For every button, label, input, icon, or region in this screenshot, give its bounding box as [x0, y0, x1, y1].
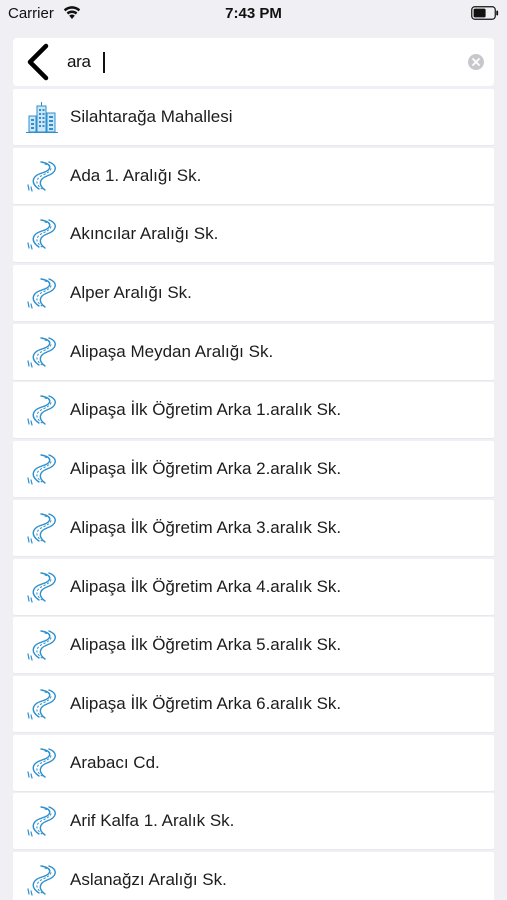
back-button[interactable]	[23, 42, 55, 82]
road-icon	[27, 160, 56, 192]
result-label: Silahtarağa Mahallesi	[70, 107, 233, 126]
road-icon	[27, 454, 56, 485]
result-label: Alipaşa İlk Öğretim Arka 5.aralık Sk.	[70, 635, 342, 655]
result-row[interactable]: Alipaşa İlk Öğretim Arka 5.aralık Sk.	[13, 617, 494, 674]
result-label: Alipaşa İlk Öğretim Arka 2.aralık Sk.	[70, 459, 342, 479]
road-icon	[27, 219, 56, 250]
result-row[interactable]: Alipaşa Meydan Aralığı Sk.	[13, 323, 494, 380]
road-icon	[27, 513, 56, 544]
chevron-left-icon	[27, 43, 49, 81]
result-label: Alipaşa Meydan Aralığı Sk.	[70, 341, 274, 361]
road-icon	[27, 395, 56, 427]
search-bar	[13, 38, 494, 86]
result-row[interactable]: Aslanağzı Aralığı Sk.	[13, 851, 494, 900]
road-icon	[27, 747, 56, 779]
road-icon	[27, 278, 56, 309]
result-label: Arabacı Cd.	[70, 752, 160, 772]
result-row[interactable]: Ada 1. Aralığı Sk.	[13, 147, 494, 204]
status-bar: Carrier 7:43 PM	[0, 0, 507, 28]
clear-circle-icon	[472, 58, 480, 66]
road-icon	[27, 806, 56, 837]
result-row[interactable]: Alipaşa İlk Öğretim Arka 6.aralık Sk.	[13, 675, 494, 732]
result-row[interactable]: Alipaşa İlk Öğretim Arka 3.aralık Sk.	[13, 499, 494, 556]
result-label: Alipaşa İlk Öğretim Arka 6.aralık Sk.	[70, 693, 342, 713]
battery-icon	[471, 6, 499, 20]
buildings-icon	[26, 102, 58, 133]
clock: 7:43 PM	[225, 5, 282, 22]
search-results-list: Silahtarağa Mahallesi Ada 1. Aralığı Sk.…	[13, 89, 494, 900]
road-icon	[27, 689, 56, 720]
result-label: Alipaşa İlk Öğretim Arka 4.aralık Sk.	[70, 576, 342, 596]
road-icon	[27, 630, 56, 661]
result-label: Aslanağzı Aralığı Sk.	[70, 869, 227, 889]
result-row[interactable]: Arabacı Cd.	[13, 734, 494, 791]
result-label: Akıncılar Aralığı Sk.	[70, 224, 219, 244]
search-input[interactable]	[67, 46, 457, 78]
result-row[interactable]: Arif Kalfa 1. Aralık Sk.	[13, 793, 494, 850]
result-label: Alipaşa İlk Öğretim Arka 1.aralık Sk.	[70, 400, 342, 420]
result-row[interactable]: Alipaşa İlk Öğretim Arka 4.aralık Sk.	[13, 558, 494, 615]
result-row[interactable]: Alipaşa İlk Öğretim Arka 1.aralık Sk.	[13, 382, 494, 439]
road-icon	[27, 865, 56, 896]
road-icon	[27, 571, 56, 603]
result-row[interactable]: Akıncılar Aralığı Sk.	[13, 206, 494, 263]
clear-search-button[interactable]	[468, 54, 484, 70]
result-label: Alper Aralığı Sk.	[70, 283, 192, 303]
road-icon	[27, 337, 56, 368]
result-label: Arif Kalfa 1. Aralık Sk.	[70, 811, 235, 831]
result-row[interactable]: Alper Aralığı Sk.	[13, 265, 494, 322]
result-label: Ada 1. Aralığı Sk.	[70, 165, 202, 185]
result-label: Alipaşa İlk Öğretim Arka 3.aralık Sk.	[70, 517, 342, 537]
result-row[interactable]: Alipaşa İlk Öğretim Arka 2.aralık Sk.	[13, 441, 494, 498]
result-row[interactable]: Silahtarağa Mahallesi	[13, 89, 494, 145]
text-cursor	[103, 52, 105, 73]
